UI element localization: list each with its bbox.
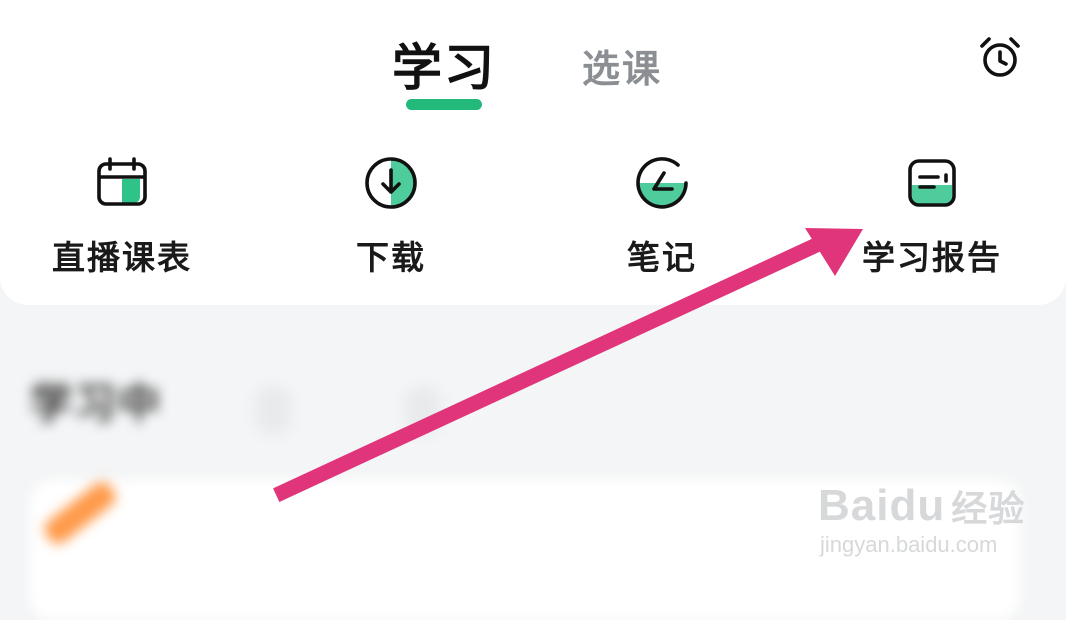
watermark-brand: Baidu 经验 — [818, 481, 1026, 530]
watermark-url: jingyan.baidu.com — [820, 532, 998, 557]
baidu-watermark: Baidu 经验 jingyan.baidu.com — [818, 480, 1058, 558]
